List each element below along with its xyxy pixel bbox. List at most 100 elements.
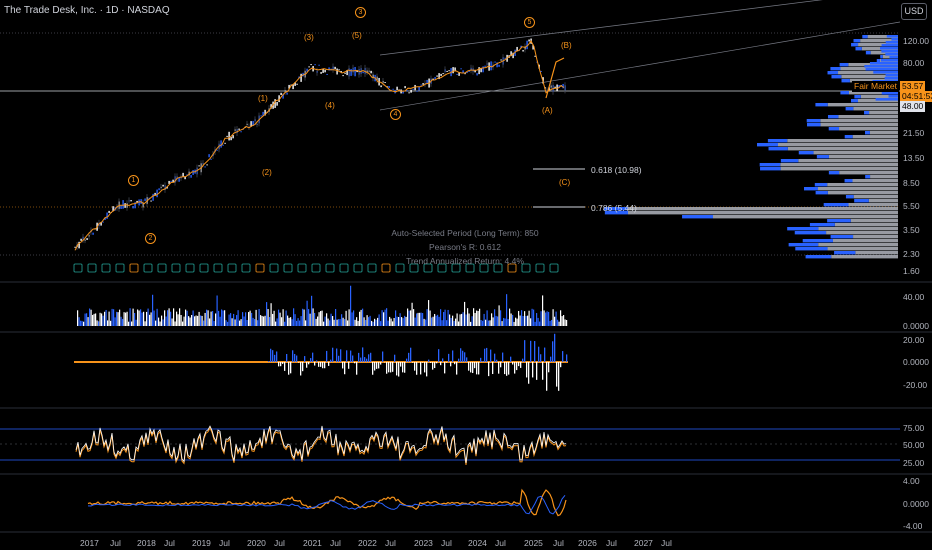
volume-profile-bar xyxy=(884,77,898,80)
volume-bar xyxy=(303,309,305,326)
volume-bar xyxy=(186,310,188,326)
volume-bar xyxy=(189,317,191,326)
osc1-bar xyxy=(308,362,310,365)
earnings-marker xyxy=(283,263,293,273)
volume-profile-bar xyxy=(855,47,862,51)
volume-bar xyxy=(504,318,506,326)
price-candle xyxy=(192,170,194,175)
volume-profile-bar xyxy=(870,175,898,179)
volume-bar xyxy=(149,314,151,326)
price-candle xyxy=(482,66,484,73)
volume-bar xyxy=(320,311,322,326)
price-candle xyxy=(422,83,424,85)
osc1-bar xyxy=(478,362,480,375)
price-candle xyxy=(132,205,134,209)
volume-bar xyxy=(470,321,472,326)
osc1-bar xyxy=(300,362,302,376)
osc1-bar xyxy=(390,362,392,373)
volume-profile-bar xyxy=(868,199,898,203)
osc1-bar xyxy=(324,362,326,369)
osc1-bar xyxy=(400,362,402,367)
volume-bar xyxy=(177,314,179,326)
volume-bar xyxy=(534,321,536,326)
osc1-bar xyxy=(362,347,364,362)
symbol-title[interactable]: The Trade Desk, Inc. · 1D · NASDAQ xyxy=(4,5,170,16)
osc1-bar xyxy=(458,358,460,362)
volume-bar xyxy=(527,315,529,326)
volume-bar xyxy=(227,321,229,326)
volume-bar xyxy=(281,317,283,326)
osc1-bar xyxy=(272,350,274,362)
volume-bar xyxy=(83,321,85,326)
price-candle xyxy=(350,68,352,76)
volume-bar xyxy=(116,311,118,326)
volume-bar xyxy=(209,318,211,326)
volume-profile-bar xyxy=(881,44,898,47)
volume-bar xyxy=(221,309,223,326)
volume-bar xyxy=(314,312,316,326)
fair-market-label: Fair Market xyxy=(852,81,899,92)
osc1-bar xyxy=(350,350,352,362)
rsi-axis-label: 50.00 xyxy=(903,440,925,450)
volume-bar xyxy=(89,308,91,326)
volume-profile-bar xyxy=(875,98,898,101)
volume-bar xyxy=(467,308,469,326)
wave-label: (B) xyxy=(561,41,572,50)
volume-bar xyxy=(483,313,485,326)
volume-profile-bar xyxy=(814,183,828,187)
osc1-bar xyxy=(294,353,296,362)
volume-bar xyxy=(453,321,455,326)
volume-profile-bar xyxy=(853,39,861,43)
volume-bar xyxy=(425,319,427,326)
volume-bar xyxy=(509,308,511,326)
volume-bar xyxy=(557,319,559,326)
rsi-axis-label: 25.00 xyxy=(903,458,925,468)
volume-bar xyxy=(236,315,238,326)
volume-bar xyxy=(318,312,320,326)
price-candle xyxy=(528,39,530,42)
osc1-bar xyxy=(446,362,448,363)
volume-bar xyxy=(438,316,440,326)
volume-bar xyxy=(387,320,389,326)
price-candle xyxy=(226,135,228,137)
price-candle xyxy=(410,89,412,93)
currency-button[interactable]: USD xyxy=(901,3,927,20)
volume-bar xyxy=(296,320,298,326)
volume-bar xyxy=(537,317,539,326)
price-candle xyxy=(324,69,326,73)
volume-bar xyxy=(464,301,466,326)
osc1-bar xyxy=(276,351,278,362)
osc1-bar xyxy=(270,348,272,362)
volume-bar xyxy=(204,312,206,326)
price-candle xyxy=(300,73,302,82)
volume-profile-bar xyxy=(788,243,819,247)
volume-profile-bar xyxy=(834,251,856,255)
osc1-bar xyxy=(516,362,518,371)
stock-chart-canvas[interactable] xyxy=(0,0,932,550)
volume-bar xyxy=(426,309,428,326)
volume-bar xyxy=(324,316,326,326)
volume-bar xyxy=(219,316,221,326)
volume-bar xyxy=(519,315,521,326)
volume-bar xyxy=(263,316,265,326)
volume-bar xyxy=(420,312,422,326)
volume-bar xyxy=(143,311,145,326)
volume-profile-bar xyxy=(881,50,898,53)
volume-profile-bar xyxy=(778,143,898,147)
volume-profile-bar xyxy=(780,167,898,171)
price-candle xyxy=(74,246,76,248)
osc1-bar xyxy=(552,341,554,362)
volume-profile-bar xyxy=(830,67,841,71)
moving-average-line xyxy=(74,40,565,251)
volume-profile-bar xyxy=(628,207,898,211)
time-axis-label: 2017 xyxy=(80,538,99,548)
price-candle xyxy=(240,131,242,133)
osc1-bar xyxy=(502,352,504,362)
volume-bar xyxy=(257,320,259,326)
osc1-bar xyxy=(500,362,502,368)
price-candle xyxy=(522,50,524,52)
wave-label: 2 xyxy=(145,233,156,244)
volume-bar xyxy=(372,321,374,326)
volume-profile-bar xyxy=(818,187,898,191)
volume-profile-bar xyxy=(713,215,898,219)
